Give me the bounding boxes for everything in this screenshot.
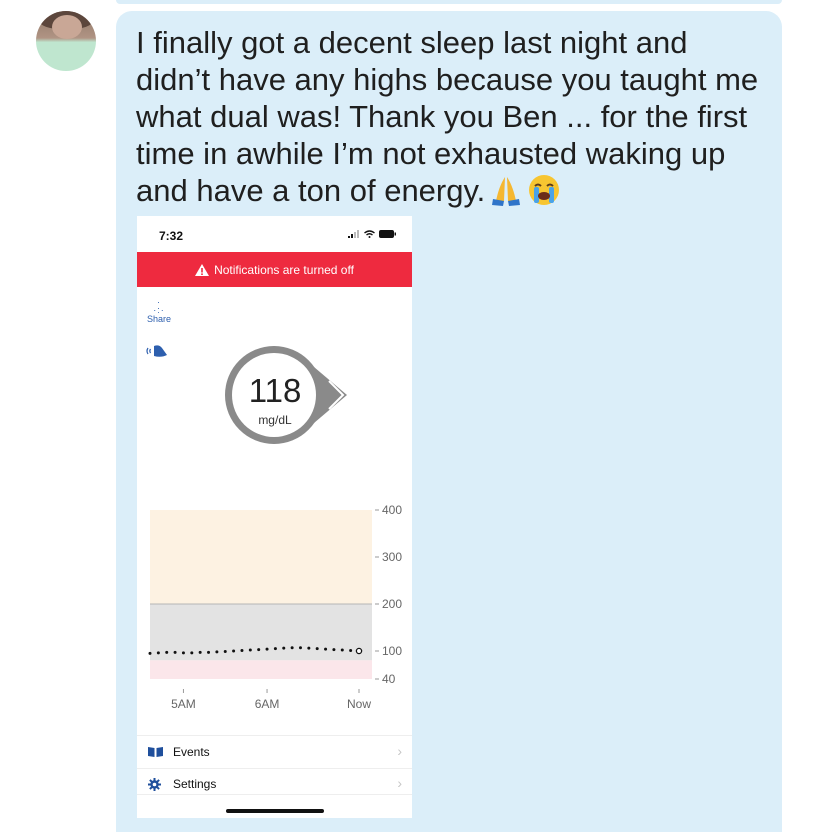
y-tick-label: 200 xyxy=(382,597,402,611)
y-tick-label: 40 xyxy=(382,672,396,686)
reading-point xyxy=(148,651,152,655)
reading-point xyxy=(223,649,227,653)
reading-point xyxy=(165,650,169,654)
reading-point xyxy=(332,648,336,652)
share-label: Share xyxy=(146,314,172,324)
settings-row[interactable]: Settings › xyxy=(137,768,412,800)
glucose-trend-chart: 400 300 200 100 40 5AM 6AM Now xyxy=(148,503,402,711)
settings-label: Settings xyxy=(173,777,217,791)
reading-point xyxy=(232,649,236,653)
glucose-unit: mg/dL xyxy=(258,413,292,427)
reading-point xyxy=(240,649,244,653)
reading-point xyxy=(207,650,211,654)
reading-point xyxy=(173,650,177,654)
reading-point xyxy=(340,648,344,652)
reading-point xyxy=(215,650,219,654)
events-label: Events xyxy=(173,745,210,759)
reading-point xyxy=(282,646,286,650)
status-time: 7:32 xyxy=(159,229,184,243)
reading-point xyxy=(290,646,294,650)
gear-icon xyxy=(148,778,161,791)
chevron-right-icon: › xyxy=(397,775,402,791)
loudly-crying-face-emoji xyxy=(529,175,560,205)
y-tick-label: 100 xyxy=(382,644,402,658)
glucose-app-screenshot: 7:32 Notifications are turned off · ·:· S… xyxy=(137,216,412,818)
y-tick-label: 400 xyxy=(382,503,402,517)
status-icons xyxy=(348,230,396,238)
message-text: I finally got a decent sleep last night … xyxy=(136,24,766,209)
menu-divider xyxy=(137,794,412,795)
alert-profile-icon[interactable] xyxy=(146,343,168,359)
current-reading-point xyxy=(355,647,363,655)
x-tick-label: 6AM xyxy=(255,697,280,711)
reading-point xyxy=(315,647,319,651)
warning-icon xyxy=(195,263,210,276)
share-button[interactable]: · ·:· Share xyxy=(144,297,174,325)
folded-hands-emoji xyxy=(492,177,521,206)
reading-point xyxy=(265,647,269,651)
home-indicator xyxy=(226,809,324,813)
reading-point xyxy=(156,651,160,655)
x-tick-label: Now xyxy=(347,697,371,711)
notifications-off-banner[interactable]: Notifications are turned off xyxy=(137,252,412,287)
reading-point xyxy=(307,646,311,650)
reading-point xyxy=(198,650,202,654)
status-bar: 7:32 xyxy=(137,216,412,254)
events-row[interactable]: Events › xyxy=(137,736,412,768)
reading-point xyxy=(324,647,328,651)
reading-point xyxy=(273,647,277,651)
reading-point xyxy=(190,651,194,655)
high-zone xyxy=(150,510,372,604)
y-tick-label: 300 xyxy=(382,550,402,564)
previous-bubble-edge xyxy=(116,0,782,4)
battery-icon xyxy=(379,230,396,238)
low-zone xyxy=(150,660,372,679)
share-icon: · ·:· xyxy=(153,297,165,315)
avatar[interactable] xyxy=(36,11,96,71)
avatar-face xyxy=(52,15,82,39)
book-icon xyxy=(148,747,163,757)
signal-icon xyxy=(348,230,359,238)
reading-point xyxy=(349,649,353,653)
wifi-icon xyxy=(364,230,375,238)
reading-point xyxy=(248,648,252,652)
chevron-right-icon: › xyxy=(397,743,402,759)
reading-point xyxy=(257,648,261,652)
reading-point xyxy=(298,646,302,650)
banner-text: Notifications are turned off xyxy=(214,262,354,277)
reading-point xyxy=(181,651,185,655)
message-body: I finally got a decent sleep last night … xyxy=(136,25,759,208)
x-tick-label: 5AM xyxy=(171,697,196,711)
glucose-value: 118 xyxy=(248,372,302,409)
